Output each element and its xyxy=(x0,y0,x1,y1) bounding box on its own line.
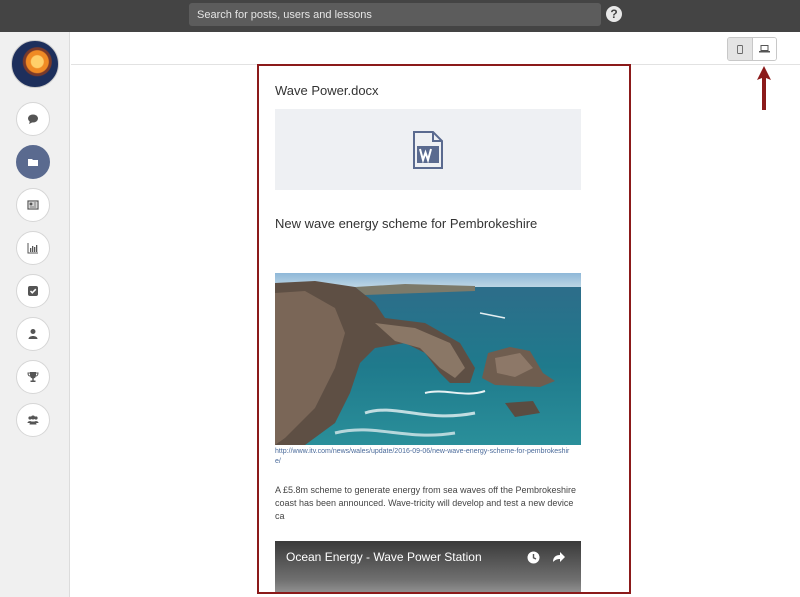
group-icon xyxy=(27,415,39,425)
sidebar-item-files[interactable] xyxy=(16,145,50,179)
sidebar-item-groups[interactable] xyxy=(16,403,50,437)
avatar[interactable] xyxy=(11,40,59,88)
watch-later-icon[interactable] xyxy=(527,551,540,564)
sidebar xyxy=(0,32,70,597)
article-image[interactable] xyxy=(275,273,581,445)
chat-icon xyxy=(28,114,38,124)
help-icon[interactable]: ? xyxy=(606,6,622,22)
newspaper-icon xyxy=(27,200,39,210)
article-summary: A £5.8m scheme to generate energy from s… xyxy=(275,485,576,521)
sidebar-item-reports[interactable] xyxy=(16,231,50,265)
bar-chart-icon xyxy=(27,243,38,254)
word-document-icon xyxy=(413,130,443,169)
search-box[interactable] xyxy=(189,3,601,26)
video-title[interactable]: Ocean Energy - Wave Power Station xyxy=(286,550,482,564)
user-icon xyxy=(28,329,38,339)
sidebar-item-messages[interactable] xyxy=(16,102,50,136)
mobile-icon xyxy=(736,44,743,54)
mobile-view-button[interactable] xyxy=(728,38,753,60)
top-bar: ? xyxy=(0,0,800,32)
laptop-icon xyxy=(758,45,770,53)
search-input[interactable] xyxy=(189,3,601,26)
article-link[interactable]: http://www.itv.com/news/wales/update/201… xyxy=(275,447,575,467)
attachment-preview[interactable] xyxy=(275,109,581,190)
sidebar-item-profile[interactable] xyxy=(16,317,50,351)
checkbox-icon xyxy=(28,286,38,296)
sidebar-item-awards[interactable] xyxy=(16,360,50,394)
folder-icon xyxy=(28,159,38,166)
sidebar-item-tasks[interactable] xyxy=(16,274,50,308)
annotation-arrow-icon xyxy=(757,66,771,110)
share-icon[interactable] xyxy=(552,550,566,564)
mobile-preview-frame: Wave Power.docx New wave energy scheme f… xyxy=(257,64,631,594)
sidebar-item-news[interactable] xyxy=(16,188,50,222)
attachment-filename[interactable]: Wave Power.docx xyxy=(275,83,379,98)
video-embed[interactable]: Ocean Energy - Wave Power Station xyxy=(275,541,581,592)
view-toggle xyxy=(727,37,777,61)
article-title[interactable]: New wave energy scheme for Pembrokeshire xyxy=(275,216,537,231)
laptop-view-button[interactable] xyxy=(752,38,776,60)
trophy-icon xyxy=(27,372,39,382)
